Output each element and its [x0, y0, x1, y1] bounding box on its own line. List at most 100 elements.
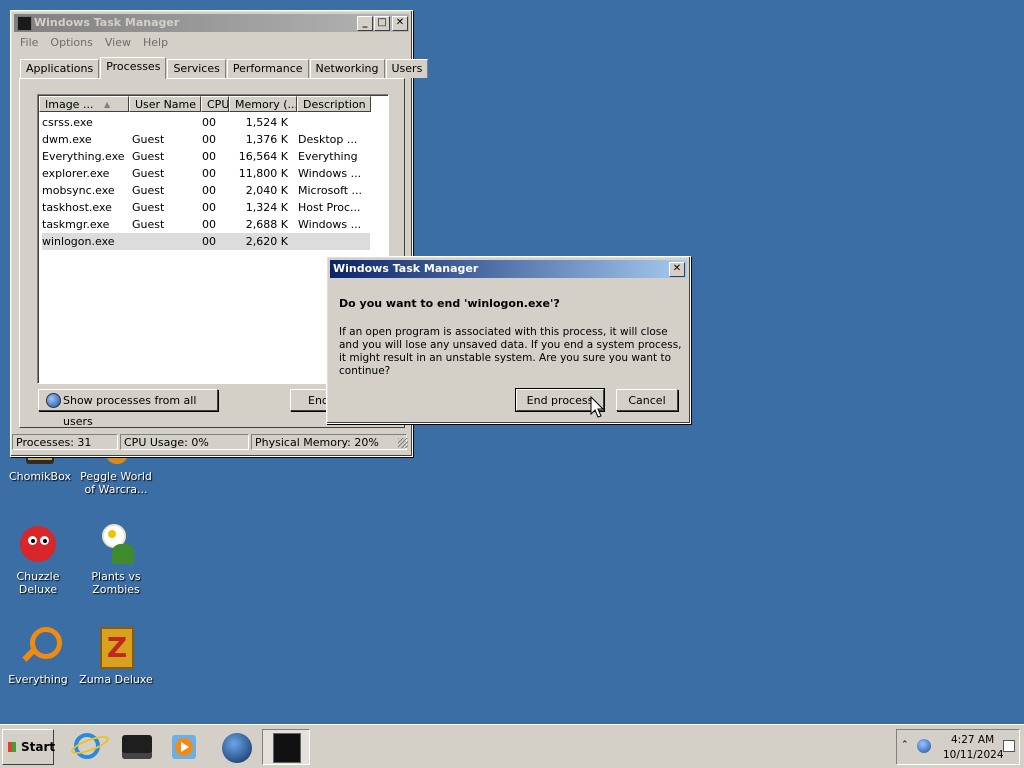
windows-logo-icon: [8, 742, 16, 752]
cell-description: Microsoft ...: [298, 184, 363, 197]
tab-services[interactable]: Services: [167, 59, 226, 78]
desktop-icon-zuma[interactable]: Z Zuma Deluxe: [76, 625, 156, 686]
menu-file[interactable]: File: [20, 36, 38, 49]
dialog-title: Windows Task Manager: [333, 262, 479, 275]
menu-options[interactable]: Options: [50, 36, 92, 49]
cell-description: Everything: [298, 150, 358, 163]
shield-globe-icon: [46, 393, 61, 408]
cell-user-name: Guest: [132, 218, 165, 231]
plants-vs-zombies-icon: [94, 522, 138, 566]
cell-memory: 2,688 K: [245, 218, 288, 231]
magnifier-icon: [16, 625, 62, 669]
column-image-name[interactable]: Image ... ▲: [39, 96, 129, 112]
table-row[interactable]: mobsync.exe Guest 00 2,040 K Microsoft ...: [42, 182, 370, 199]
media-player-icon[interactable]: [164, 729, 204, 765]
cell-image-name: Everything.exe: [42, 150, 125, 163]
tab-networking[interactable]: Networking: [309, 59, 385, 78]
clock-time[interactable]: 4:27 AM: [951, 734, 994, 746]
table-row[interactable]: explorer.exe Guest 00 11,800 K Windows ...: [42, 165, 370, 182]
column-description[interactable]: Description: [297, 96, 371, 112]
taskmgr-icon: [273, 733, 301, 763]
table-row[interactable]: dwm.exe Guest 00 1,376 K Desktop ...: [42, 131, 370, 148]
mouse-cursor-icon: [590, 396, 605, 418]
cell-user-name: Guest: [132, 201, 165, 214]
cell-user-name: Guest: [132, 150, 165, 163]
tab-processes[interactable]: Processes: [100, 57, 167, 79]
desktop-icon-label: ChomikBox: [9, 470, 71, 483]
tab-users[interactable]: Users: [385, 59, 429, 78]
dialog-titlebar[interactable]: Windows Task Manager ✕: [330, 260, 687, 278]
menu-view[interactable]: View: [105, 36, 131, 49]
cell-cpu: 00: [202, 167, 216, 180]
close-button[interactable]: ✕: [392, 16, 408, 31]
cancel-button-label: Cancel: [628, 394, 666, 407]
table-row[interactable]: Everything.exe Guest 00 16,564 K Everything: [42, 148, 370, 165]
table-row[interactable]: taskhost.exe Guest 00 1,324 K Host Proc...: [42, 199, 370, 216]
cell-memory: 1,324 K: [245, 201, 288, 214]
globe-icon[interactable]: [218, 729, 258, 765]
cell-cpu: 00: [202, 133, 216, 146]
cell-cpu: 00: [202, 201, 216, 214]
taskbar: Start ⌃ 4:27 AM 10/11/2024: [0, 724, 1024, 768]
table-row[interactable]: csrss.exe 00 1,524 K: [42, 114, 370, 131]
table-row-selected[interactable]: winlogon.exe 00 2,620 K: [42, 233, 370, 250]
cell-cpu: 00: [202, 218, 216, 231]
cell-image-name: taskhost.exe: [42, 201, 112, 214]
column-cpu[interactable]: CPU: [201, 96, 229, 112]
cell-description: Desktop ...: [298, 133, 358, 146]
column-user-name[interactable]: User Name: [129, 96, 201, 112]
desktop-icon-chuzzle[interactable]: Chuzzle Deluxe: [0, 522, 78, 596]
column-label: Image ...: [45, 98, 94, 111]
desktop-icon-label: Everything: [8, 673, 68, 686]
action-center-icon[interactable]: [1003, 740, 1015, 752]
cell-memory: 16,564 K: [238, 150, 288, 163]
clock-date[interactable]: 10/11/2024: [943, 749, 1004, 761]
maximize-button[interactable]: □: [374, 16, 390, 31]
show-all-processes-button[interactable]: Show processes from all users: [38, 389, 218, 428]
taskmgr-app-icon: [17, 16, 32, 31]
cancel-button[interactable]: Cancel: [616, 389, 678, 411]
tab-performance[interactable]: Performance: [226, 59, 309, 78]
desktop-icon-plants-vs-zombies[interactable]: Plants vs Zombies: [76, 522, 156, 596]
cell-memory: 11,800 K: [238, 167, 288, 180]
cell-cpu: 00: [202, 116, 216, 129]
cell-cpu: 00: [202, 235, 216, 248]
system-tray: ⌃ 4:27 AM 10/11/2024: [896, 729, 1020, 765]
cell-user-name: Guest: [132, 133, 165, 146]
cell-memory: 2,620 K: [245, 235, 288, 248]
internet-explorer-icon[interactable]: [68, 729, 111, 765]
status-bar: Processes: 31 CPU Usage: 0% Physical Mem…: [12, 434, 410, 452]
dialog-message: If an open program is associated with th…: [339, 326, 682, 377]
zuma-icon: Z: [94, 625, 138, 669]
task-manager-titlebar[interactable]: Windows Task Manager _ □ ✕: [14, 14, 409, 32]
end-process-button-label: End process: [526, 394, 594, 407]
tab-applications[interactable]: Applications: [20, 59, 100, 78]
cell-cpu: 00: [202, 150, 216, 163]
status-cpu-usage: CPU Usage: 0%: [120, 434, 249, 450]
desktop-icon-everything[interactable]: Everything: [0, 625, 78, 686]
chomikbox-taskbar-icon[interactable]: [116, 729, 156, 765]
resize-grip-icon[interactable]: [398, 438, 408, 448]
end-process-dialog: Windows Task Manager ✕ Do you want to en…: [326, 256, 691, 424]
task-manager-taskbar-button[interactable]: [262, 729, 310, 765]
minimize-button[interactable]: _: [357, 16, 373, 31]
network-icon[interactable]: [917, 739, 931, 753]
cell-description: Host Proc...: [298, 201, 361, 214]
desktop-icon-label: Plants vs Zombies: [91, 570, 141, 596]
cell-image-name: csrss.exe: [42, 116, 93, 129]
start-label: Start: [21, 740, 56, 754]
column-memory[interactable]: Memory (...: [229, 96, 297, 112]
start-button[interactable]: Start: [2, 729, 56, 765]
menu-bar: File Options View Help: [14, 34, 409, 52]
sort-ascending-icon: ▲: [104, 100, 111, 109]
desktop-icon-label: Peggle World of Warcra...: [80, 470, 152, 496]
cell-memory: 2,040 K: [245, 184, 288, 197]
dialog-close-button[interactable]: ✕: [669, 262, 685, 277]
menu-help[interactable]: Help: [143, 36, 168, 49]
tab-strip: Applications Processes Services Performa…: [20, 57, 429, 79]
cell-image-name: taskmgr.exe: [42, 218, 110, 231]
cell-memory: 1,524 K: [245, 116, 288, 129]
table-row[interactable]: taskmgr.exe Guest 00 2,688 K Windows ...: [42, 216, 370, 233]
show-hidden-icons-icon[interactable]: ⌃: [901, 740, 909, 750]
cell-image-name: explorer.exe: [42, 167, 110, 180]
